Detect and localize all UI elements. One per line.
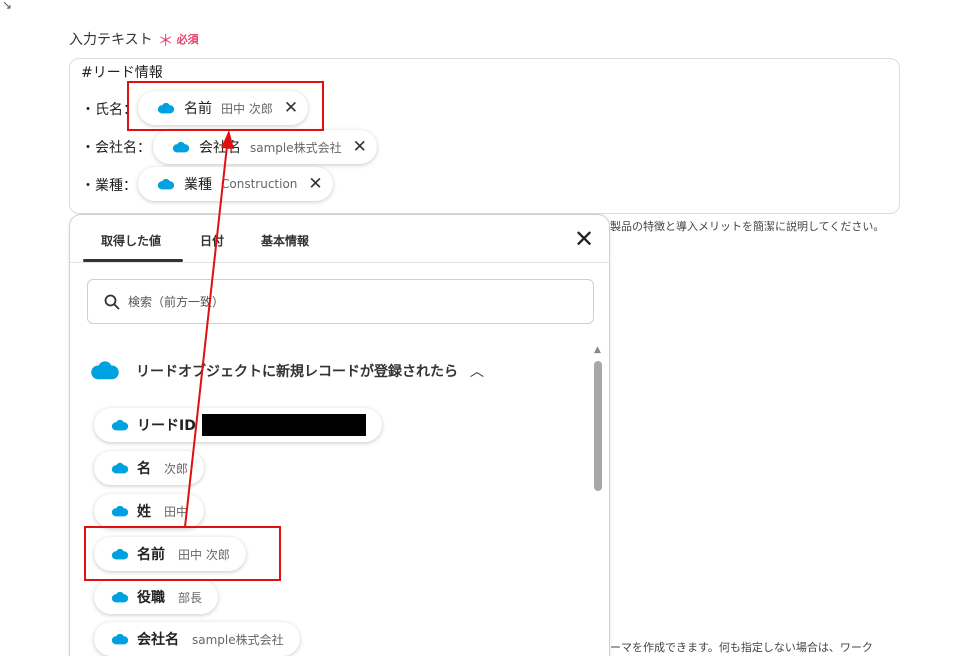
- value-picker-panel: 取得した値 日付 基本情報 ✕ リードオブジェクトに新規レコードが登録されたら …: [69, 214, 610, 656]
- help-text-1: 製品の特徴と導入メリットを簡潔に説明してください。: [610, 220, 885, 233]
- scroll-up-arrow-icon[interactable]: ▲: [594, 345, 601, 355]
- item-value: 次郎: [164, 461, 189, 476]
- item-value: 部長: [178, 590, 203, 605]
- salesforce-cloud-icon: [111, 633, 129, 644]
- item-name: 名: [137, 461, 151, 477]
- tab-bar: 取得した値 日付 基本情報: [70, 215, 609, 263]
- textarea-label-company: ・会社名：: [81, 140, 151, 156]
- highlight-box-target: [127, 81, 324, 131]
- list-item-lead-id[interactable]: リードID: [94, 408, 382, 442]
- pill-value: Construction: [221, 177, 298, 191]
- item-value: sample株式会社: [192, 632, 284, 647]
- search-field[interactable]: [87, 279, 594, 324]
- search-icon: [104, 294, 120, 309]
- tab-date[interactable]: 日付: [200, 232, 224, 249]
- tab-basic-info[interactable]: 基本情報: [261, 232, 309, 249]
- list-item-company[interactable]: 会社名 sample株式会社: [94, 622, 300, 656]
- active-tab-indicator: [83, 259, 183, 262]
- salesforce-cloud-icon: [111, 505, 129, 516]
- section-header[interactable]: リードオブジェクトに新規レコードが登録されたら ︿: [88, 360, 484, 382]
- item-name: リードID: [137, 418, 196, 434]
- textarea-heading: #リード情報: [81, 65, 163, 81]
- salesforce-cloud-icon: [111, 419, 129, 430]
- salesforce-cloud-icon: [111, 591, 129, 602]
- salesforce-cloud-icon: [172, 141, 190, 152]
- salesforce-cloud-icon: [91, 361, 119, 380]
- pill-value: sample株式会社: [250, 140, 342, 155]
- close-icon[interactable]: ✕: [308, 175, 322, 193]
- list-item-first-name[interactable]: 名 次郎: [94, 451, 205, 485]
- list-item-last-name[interactable]: 姓 田中: [94, 494, 205, 528]
- item-value: 田中: [164, 504, 189, 519]
- field-label: 入力テキスト ＊ 必須: [69, 27, 199, 51]
- redacted-value: [201, 414, 366, 436]
- chevron-up-icon[interactable]: ︿: [470, 361, 484, 381]
- required-badge: 必須: [176, 33, 199, 46]
- salesforce-cloud-icon: [111, 462, 129, 473]
- tab-acquired-values[interactable]: 取得した値: [101, 232, 161, 249]
- search-input[interactable]: [128, 294, 548, 309]
- section-title: リードオブジェクトに新規レコードが登録されたら: [136, 364, 458, 380]
- required-star: ＊: [157, 31, 174, 50]
- variable-pill-company[interactable]: 会社名 sample株式会社 ✕: [153, 130, 377, 164]
- help-text-2: ーマを作成できます。何も指定しない場合は、ワーク: [610, 641, 873, 654]
- item-name: 会社名: [137, 632, 179, 648]
- salesforce-cloud-icon: [157, 178, 175, 189]
- field-label-text: 入力テキスト: [69, 32, 153, 48]
- variable-pill-industry[interactable]: 業種 Construction ✕: [138, 167, 333, 201]
- close-icon[interactable]: ✕: [353, 138, 367, 156]
- scroll-thumb[interactable]: [594, 361, 602, 491]
- corner-arrow-icon: ↘: [2, 0, 13, 12]
- item-name: 役職: [137, 590, 165, 606]
- pill-name: 業種: [184, 177, 212, 193]
- textarea-label-industry: ・業種：: [81, 178, 137, 194]
- highlight-box-source: [84, 526, 281, 581]
- scrollbar[interactable]: ▲: [593, 345, 603, 656]
- item-name: 姓: [137, 504, 151, 520]
- list-item-title[interactable]: 役職 部長: [94, 580, 219, 614]
- pill-name: 会社名: [199, 140, 241, 156]
- close-icon[interactable]: ✕: [574, 227, 594, 251]
